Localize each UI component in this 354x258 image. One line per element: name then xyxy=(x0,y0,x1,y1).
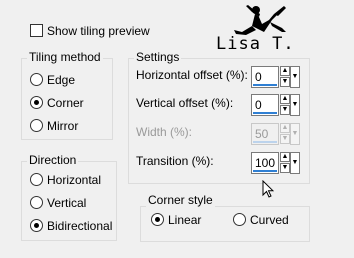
bidirectional-label[interactable]: Bidirectional xyxy=(47,219,112,233)
lisa-t-logo: Lisa T. xyxy=(212,2,304,54)
linear-radio[interactable] xyxy=(151,213,164,226)
increment-arrow-icon[interactable]: ▲ xyxy=(280,94,290,104)
increment-arrow-icon[interactable]: ▲ xyxy=(280,66,290,76)
transition-spinner[interactable]: 100 ▲ ▼ ▼ xyxy=(251,152,301,174)
increment-arrow-icon[interactable]: ▲ xyxy=(280,152,290,162)
logo-text: Lisa T. xyxy=(216,34,295,54)
transition-input[interactable]: 100 xyxy=(251,152,279,174)
decrement-arrow-icon[interactable]: ▼ xyxy=(280,105,290,115)
corner-radio[interactable] xyxy=(30,96,43,109)
dropdown-arrow-icon[interactable]: ▼ xyxy=(290,66,300,88)
dropdown-arrow-icon[interactable]: ▼ xyxy=(290,152,300,174)
width-input: 50 xyxy=(251,123,279,145)
mouse-cursor-icon xyxy=(262,180,274,198)
horizontal-radio[interactable] xyxy=(30,173,43,186)
direction-title: Direction xyxy=(27,153,79,167)
horizontal-offset-spinner[interactable]: 0 ▲ ▼ ▼ xyxy=(251,66,301,88)
mirror-label[interactable]: Mirror xyxy=(47,119,78,133)
width-label: Width (%): xyxy=(136,125,193,139)
horizontal-offset-label: Horizontal offset (%): xyxy=(136,68,248,82)
corner-label[interactable]: Corner xyxy=(47,96,84,110)
dropdown-arrow-icon[interactable]: ▼ xyxy=(290,94,300,116)
vertical-radio[interactable] xyxy=(30,196,43,209)
width-spinner: 50 ▲ ▼ ▼ xyxy=(251,123,301,145)
corner-style-title: Corner style xyxy=(146,193,215,207)
vertical-offset-label: Vertical offset (%): xyxy=(136,96,234,110)
show-tiling-preview-checkbox[interactable] xyxy=(30,24,43,37)
increment-arrow-icon: ▲ xyxy=(280,123,290,133)
show-tiling-preview-label[interactable]: Show tiling preview xyxy=(47,24,150,38)
vertical-label[interactable]: Vertical xyxy=(47,196,86,210)
vertical-offset-spinner[interactable]: 0 ▲ ▼ ▼ xyxy=(251,94,301,116)
transition-label: Transition (%): xyxy=(136,154,214,168)
horizontal-label[interactable]: Horizontal xyxy=(47,173,101,187)
curved-label[interactable]: Curved xyxy=(250,213,289,227)
edge-label[interactable]: Edge xyxy=(47,73,75,87)
linear-label[interactable]: Linear xyxy=(168,213,201,227)
curved-radio[interactable] xyxy=(233,213,246,226)
vertical-offset-input[interactable]: 0 xyxy=(251,94,279,116)
edge-radio[interactable] xyxy=(30,73,43,86)
decrement-arrow-icon[interactable]: ▼ xyxy=(280,77,290,87)
decrement-arrow-icon: ▼ xyxy=(280,134,290,144)
horizontal-offset-input[interactable]: 0 xyxy=(251,66,279,88)
dropdown-arrow-icon: ▼ xyxy=(290,123,300,145)
tiling-method-title: Tiling method xyxy=(27,50,103,64)
decrement-arrow-icon[interactable]: ▼ xyxy=(280,163,290,173)
mirror-radio[interactable] xyxy=(30,119,43,132)
bidirectional-radio[interactable] xyxy=(30,219,43,232)
settings-title: Settings xyxy=(134,50,182,64)
